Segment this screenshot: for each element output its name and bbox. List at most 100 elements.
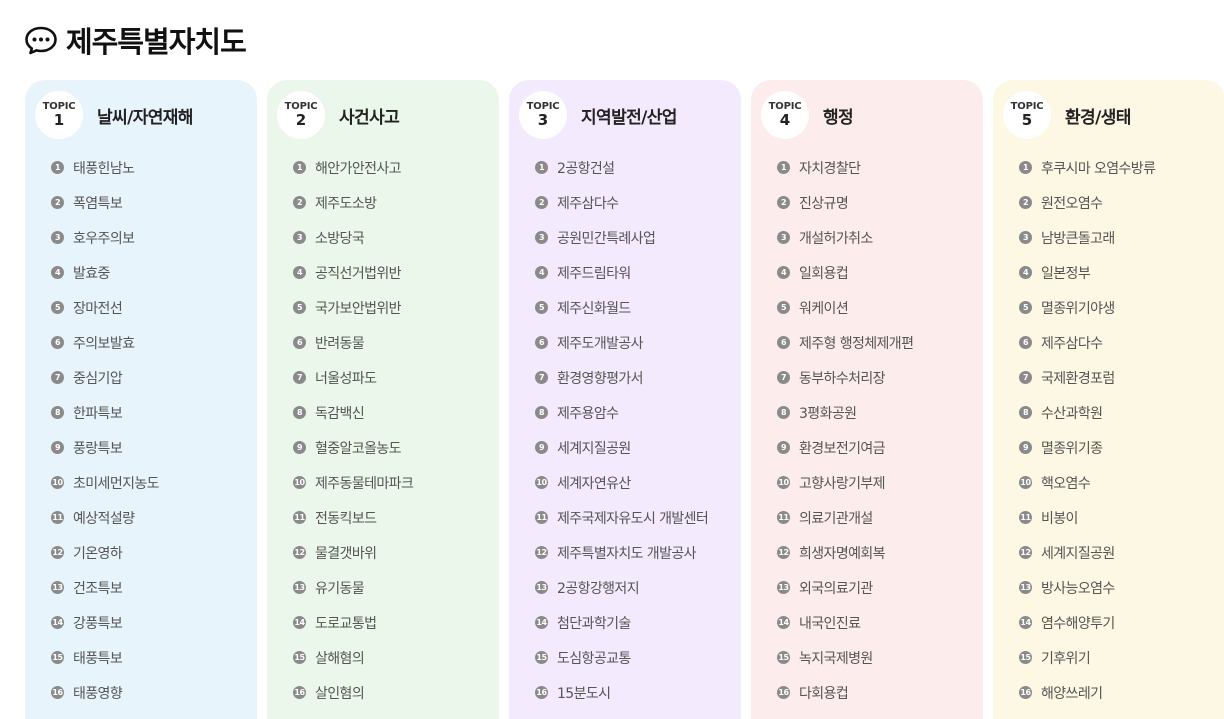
keyword-item[interactable]: 12 기온영하 [51,535,257,570]
keyword-item[interactable]: 7 중심기압 [51,360,257,395]
keyword-item[interactable]: 13 방사능오염수 [1019,570,1224,605]
keyword-item[interactable]: 5 멸종위기야생 [1019,290,1224,325]
rank-number-badge: 16 [1019,686,1032,699]
keyword-item[interactable]: 11 제주국제자유도시 개발센터 [535,500,741,535]
rank-number-badge: 6 [777,336,790,349]
keyword-item[interactable]: 15 도심항공교통 [535,640,741,675]
rank-number-badge: 7 [535,371,548,384]
keyword-item[interactable]: 8 수산과학원 [1019,395,1224,430]
keyword-item[interactable]: 12 희생자명예회복 [777,535,983,570]
rank-number-badge: 1 [293,161,306,174]
keyword-item[interactable]: 6 제주삼다수 [1019,325,1224,360]
keyword-item[interactable]: 10 핵오염수 [1019,465,1224,500]
keyword-item[interactable]: 13 건조특보 [51,570,257,605]
keyword-label: 내국인진료 [799,615,861,632]
keyword-item[interactable]: 15 태풍특보 [51,640,257,675]
keyword-item[interactable]: 8 제주용암수 [535,395,741,430]
keyword-item[interactable]: 14 내국인진료 [777,605,983,640]
topic-title: 지역발전/산업 [581,107,677,128]
keyword-label: 발효중 [73,265,110,282]
keyword-item[interactable]: 16 다회용컵 [777,675,983,710]
keyword-item[interactable]: 11 예상적설량 [51,500,257,535]
keyword-item[interactable]: 5 워케이션 [777,290,983,325]
keyword-item[interactable]: 9 혈중알코올농도 [293,430,499,465]
keyword-item[interactable]: 12 제주특별자치도 개발공사 [535,535,741,570]
keyword-item[interactable]: 3 남방큰돌고래 [1019,220,1224,255]
keyword-item[interactable]: 16 살인혐의 [293,675,499,710]
keyword-item[interactable]: 2 제주삼다수 [535,185,741,220]
keyword-item[interactable]: 14 도로교통법 [293,605,499,640]
keyword-item[interactable]: 3 공원민간특례사업 [535,220,741,255]
keyword-item[interactable]: 6 반려동물 [293,325,499,360]
keyword-item[interactable]: 3 호우주의보 [51,220,257,255]
keyword-item[interactable]: 1 태풍힌남노 [51,150,257,185]
keyword-item[interactable]: 13 유기동물 [293,570,499,605]
keyword-item[interactable]: 7 환경영향평가서 [535,360,741,395]
keyword-item[interactable]: 13 2공항강행저지 [535,570,741,605]
keyword-label: 환경보전기여금 [799,440,886,457]
keyword-item[interactable]: 15 기후위기 [1019,640,1224,675]
keyword-item[interactable]: 16 15분도시 [535,675,741,710]
keyword-item[interactable]: 14 강풍특보 [51,605,257,640]
topic-card-header: TOPIC 1 날씨/자연재해 [25,90,257,140]
keyword-item[interactable]: 8 독감백신 [293,395,499,430]
keyword-item[interactable]: 9 풍랑특보 [51,430,257,465]
keyword-item[interactable]: 16 해양쓰레기 [1019,675,1224,710]
keyword-item[interactable]: 11 전동킥보드 [293,500,499,535]
keyword-item[interactable]: 2 원전오염수 [1019,185,1224,220]
rank-number-badge: 2 [777,196,790,209]
keyword-item[interactable]: 4 일본정부 [1019,255,1224,290]
keyword-label: 태풍특보 [73,650,123,667]
keyword-item[interactable]: 15 녹지국제병원 [777,640,983,675]
keyword-item[interactable]: 6 제주도개발공사 [535,325,741,360]
keyword-item[interactable]: 10 초미세먼지농도 [51,465,257,500]
keyword-item[interactable]: 4 제주드림타워 [535,255,741,290]
keyword-label: 국가보안법위반 [315,300,402,317]
rank-number-badge: 5 [535,301,548,314]
keyword-item[interactable]: 1 자치경찰단 [777,150,983,185]
keyword-item[interactable]: 14 첨단과학기술 [535,605,741,640]
page-title: 제주특별자치도 [66,25,247,59]
keyword-item[interactable]: 9 멸종위기종 [1019,430,1224,465]
rank-number-badge: 9 [293,441,306,454]
keyword-item[interactable]: 7 동부하수처리장 [777,360,983,395]
keyword-item[interactable]: 12 세계지질공원 [1019,535,1224,570]
keyword-item[interactable]: 4 일회용컵 [777,255,983,290]
keyword-item[interactable]: 6 주의보발효 [51,325,257,360]
keyword-item[interactable]: 2 폭염특보 [51,185,257,220]
keyword-item[interactable]: 5 장마전선 [51,290,257,325]
keyword-label: 소방당국 [315,230,365,247]
keyword-label: 방사능오염수 [1041,580,1115,597]
keyword-item[interactable]: 3 소방당국 [293,220,499,255]
keyword-item[interactable]: 16 태풍영향 [51,675,257,710]
keyword-item[interactable]: 9 세계지질공원 [535,430,741,465]
rank-number-badge: 8 [777,406,790,419]
keyword-item[interactable]: 3 개설허가취소 [777,220,983,255]
keyword-item[interactable]: 2 제주도소방 [293,185,499,220]
keyword-item[interactable]: 5 국가보안법위반 [293,290,499,325]
keyword-item[interactable]: 7 너울성파도 [293,360,499,395]
keyword-item[interactable]: 5 제주신화월드 [535,290,741,325]
keyword-item[interactable]: 10 고향사랑기부제 [777,465,983,500]
keyword-item[interactable]: 12 물결갯바위 [293,535,499,570]
keyword-item[interactable]: 7 국제환경포럼 [1019,360,1224,395]
keyword-item[interactable]: 2 진상규명 [777,185,983,220]
keyword-item[interactable]: 1 후쿠시마 오염수방류 [1019,150,1224,185]
keyword-item[interactable]: 11 비봉이 [1019,500,1224,535]
keyword-item[interactable]: 11 의료기관개설 [777,500,983,535]
keyword-item[interactable]: 10 세계자연유산 [535,465,741,500]
keyword-item[interactable]: 9 환경보전기여금 [777,430,983,465]
keyword-item[interactable]: 14 염수해양투기 [1019,605,1224,640]
keyword-item[interactable]: 8 3평화공원 [777,395,983,430]
keyword-item[interactable]: 13 외국의료기관 [777,570,983,605]
keyword-item[interactable]: 4 공직선거법위반 [293,255,499,290]
keyword-item[interactable]: 10 제주동물테마파크 [293,465,499,500]
keyword-item[interactable]: 4 발효중 [51,255,257,290]
keyword-item[interactable]: 6 제주형 행정체제개편 [777,325,983,360]
keyword-item[interactable]: 15 살해혐의 [293,640,499,675]
keyword-item[interactable]: 1 해안가안전사고 [293,150,499,185]
keyword-item[interactable]: 1 2공항건설 [535,150,741,185]
keyword-item[interactable]: 8 한파특보 [51,395,257,430]
keyword-label: 개설허가취소 [799,230,873,247]
keyword-label: 다회용컵 [799,685,849,702]
